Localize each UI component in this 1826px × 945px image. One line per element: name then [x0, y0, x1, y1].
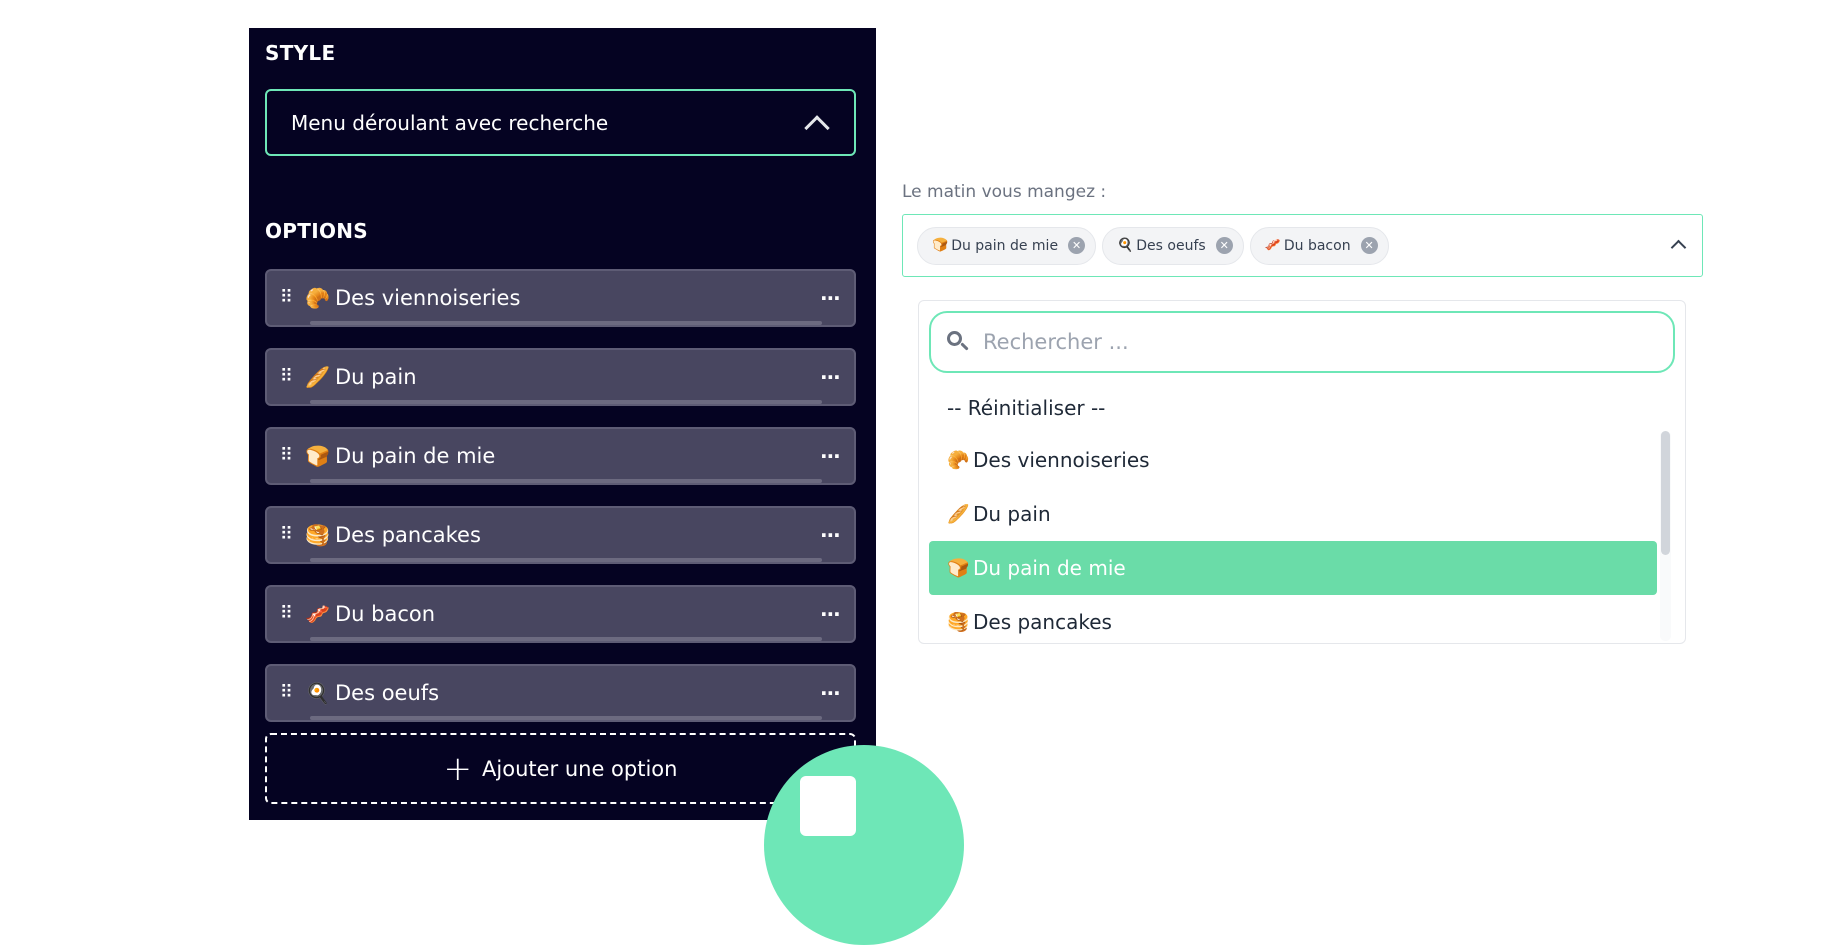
- chevron-up-icon[interactable]: [1670, 239, 1687, 256]
- editor-panel: STYLE Menu déroulant avec recherche OPTI…: [249, 28, 876, 820]
- list-item[interactable]: 🥐 Des viennoiseries: [929, 433, 1657, 487]
- dropdown-menu: -- Réinitialiser -- 🥐 Des viennoiseries …: [918, 300, 1686, 644]
- option-emoji: 🥐: [305, 286, 330, 310]
- multiselect-field[interactable]: 🍞 Du pain de mie ✕ 🍳 Des oeufs ✕ 🥓 Du ba…: [902, 214, 1703, 277]
- add-option-button[interactable]: + Ajouter une option: [265, 733, 856, 804]
- chip-emoji: 🍳: [1117, 238, 1134, 253]
- item-label: Du pain de mie: [973, 556, 1126, 580]
- option-label: Des pancakes: [335, 523, 481, 547]
- search-input[interactable]: [983, 330, 1623, 354]
- chevron-up-icon: [804, 114, 830, 141]
- remove-chip-icon[interactable]: ✕: [1215, 237, 1233, 254]
- chip-label: Du bacon: [1283, 237, 1351, 254]
- option-underline: [310, 479, 822, 483]
- drag-handle-icon[interactable]: ⠿: [267, 289, 305, 307]
- option-row[interactable]: ⠿ 🍞 Du pain de mie ⋯: [265, 427, 856, 485]
- option-row[interactable]: ⠿ 🥓 Du bacon ⋯: [265, 585, 856, 643]
- item-label: Du pain: [973, 502, 1051, 526]
- more-options-icon[interactable]: ⋯: [808, 681, 854, 705]
- item-emoji: 🥐: [947, 449, 970, 471]
- chip-label: Des oeufs: [1136, 237, 1206, 254]
- item-emoji: 🥖: [947, 503, 970, 525]
- option-emoji: 🍳: [305, 681, 330, 705]
- options-section-title: OPTIONS: [265, 219, 368, 243]
- more-options-icon[interactable]: ⋯: [808, 602, 854, 626]
- scrollbar-thumb[interactable]: [1661, 431, 1670, 555]
- option-row[interactable]: ⠿ 🥞 Des pancakes ⋯: [265, 506, 856, 564]
- add-option-label: Ajouter une option: [482, 756, 678, 781]
- selected-chip: 🥓 Du bacon ✕: [1249, 226, 1389, 265]
- more-options-icon[interactable]: ⋯: [808, 286, 854, 310]
- selected-chip: 🍞 Du pain de mie ✕: [917, 226, 1097, 265]
- style-section-title: STYLE: [265, 41, 336, 65]
- option-label: Du pain: [335, 365, 417, 389]
- option-label: Des oeufs: [335, 681, 440, 705]
- plus-icon: +: [443, 748, 473, 789]
- floating-action-card: [800, 776, 856, 836]
- question-label: Le matin vous mangez :: [902, 182, 1107, 202]
- option-emoji: 🥓: [305, 602, 330, 626]
- item-label: Des pancakes: [973, 610, 1112, 634]
- remove-chip-icon[interactable]: ✕: [1068, 237, 1086, 254]
- drag-handle-icon[interactable]: ⠿: [267, 368, 305, 386]
- chip-label: Du pain de mie: [951, 237, 1059, 254]
- floating-action-button[interactable]: [764, 745, 964, 945]
- reset-label: -- Réinitialiser --: [947, 396, 1106, 420]
- option-emoji: 🥞: [305, 523, 330, 547]
- list-item-selected[interactable]: 🍞 Du pain de mie: [929, 541, 1657, 595]
- option-underline: [310, 637, 822, 641]
- chip-emoji: 🥓: [1264, 238, 1281, 253]
- style-select-value: Menu déroulant avec recherche: [291, 110, 609, 135]
- option-row[interactable]: ⠿ 🥐 Des viennoiseries ⋯: [265, 269, 856, 327]
- style-select[interactable]: Menu déroulant avec recherche: [265, 89, 856, 156]
- option-emoji: 🥖: [305, 365, 330, 389]
- item-label: Des viennoiseries: [973, 448, 1150, 472]
- more-options-icon[interactable]: ⋯: [808, 523, 854, 547]
- list-item[interactable]: 🥞 Des pancakes: [929, 595, 1657, 643]
- option-row[interactable]: ⠿ 🥖 Du pain ⋯: [265, 348, 856, 406]
- option-label: Du pain de mie: [335, 444, 496, 468]
- item-emoji: 🍞: [947, 557, 970, 579]
- option-underline: [310, 558, 822, 562]
- remove-chip-icon[interactable]: ✕: [1360, 237, 1378, 254]
- option-label: Du bacon: [335, 602, 436, 626]
- option-emoji: 🍞: [305, 444, 330, 468]
- reset-option[interactable]: -- Réinitialiser --: [929, 383, 1657, 433]
- option-label: Des viennoiseries: [335, 286, 521, 310]
- option-row[interactable]: ⠿ 🍳 Des oeufs ⋯: [265, 664, 856, 722]
- option-underline: [310, 400, 822, 404]
- search-field[interactable]: [929, 311, 1675, 373]
- option-underline: [310, 321, 822, 325]
- list-item[interactable]: 🥖 Du pain: [929, 487, 1657, 541]
- more-options-icon[interactable]: ⋯: [808, 365, 854, 389]
- drag-handle-icon[interactable]: ⠿: [267, 605, 305, 623]
- selected-chip: 🍳 Des oeufs ✕: [1102, 226, 1244, 265]
- drag-handle-icon[interactable]: ⠿: [267, 526, 305, 544]
- item-emoji: 🥞: [947, 611, 970, 633]
- search-icon: [947, 331, 969, 353]
- option-underline: [310, 716, 822, 720]
- drag-handle-icon[interactable]: ⠿: [267, 684, 305, 702]
- drag-handle-icon[interactable]: ⠿: [267, 447, 305, 465]
- more-options-icon[interactable]: ⋯: [808, 444, 854, 468]
- chip-emoji: 🍞: [932, 238, 949, 253]
- dropdown-list: -- Réinitialiser -- 🥐 Des viennoiseries …: [929, 383, 1657, 643]
